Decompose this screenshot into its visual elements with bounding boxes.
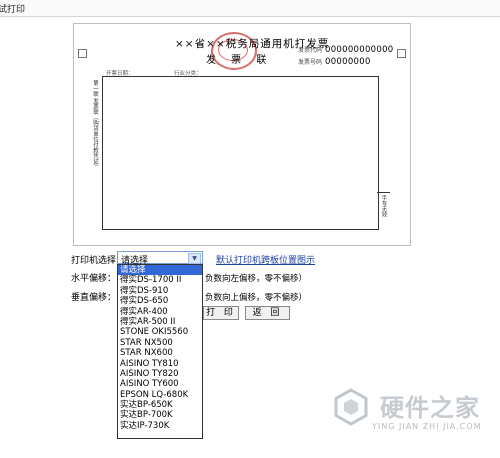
printer-option[interactable]: 得实DS-910	[118, 286, 202, 296]
printer-select[interactable]: 请选择 ▼	[117, 251, 203, 266]
invoice-copy-note: 第一联 发票联（购货单位付款凭证）	[92, 80, 98, 170]
v-offset-hint: 负数向上偏移，零不偏移）	[205, 293, 308, 303]
print-button[interactable]: 打 印	[203, 306, 239, 320]
watermark-subtext: YING JIAN ZHI JIA.COM	[372, 422, 482, 431]
invoice-number-value: 00000000	[325, 57, 371, 67]
watermark: 硬件之家 YING JIAN ZHI JIA.COM	[332, 380, 500, 458]
crop-mark-right	[397, 49, 406, 58]
invoice-code-label: 发票代码	[298, 47, 323, 54]
invoice-preview: ××省××税务局通用机打发票 发 票 联 发票代码 000000000000 发票…	[73, 23, 411, 246]
printer-option[interactable]: 得实DS-650	[118, 296, 202, 306]
printer-option[interactable]: AISINO TY810	[118, 359, 202, 369]
invoice-number-label: 发票号码	[298, 59, 323, 66]
page-header: 试打印	[0, 0, 500, 17]
default-printer-diagram-link[interactable]: 默认打印机跨板位置图示	[216, 253, 315, 266]
v-offset-label: 垂直偏移：	[71, 293, 117, 303]
printer-option[interactable]: 得实AR-400	[118, 307, 202, 317]
printer-option[interactable]: 实达IP-730K	[118, 421, 202, 431]
printer-option[interactable]: EPSON LQ-680K	[118, 390, 202, 400]
printer-option[interactable]: AISINO TY820	[118, 369, 202, 379]
invoice-code: 发票代码 000000000000	[298, 45, 394, 55]
handwritten-invalid-note: 手写无效	[380, 195, 387, 217]
printer-option[interactable]: STONE OKI5560	[118, 327, 202, 337]
printer-option[interactable]: 请选择	[118, 265, 202, 276]
invoice-code-value: 000000000000	[325, 45, 394, 55]
printer-dropdown-list[interactable]: 请选择 得实DS-1700 II 得实DS-910 得实DS-650 得实AR-400 得…	[117, 264, 203, 439]
printer-option[interactable]: STAR NX500	[118, 338, 202, 348]
invoice-body	[102, 76, 379, 230]
printer-option[interactable]: 得实DS-1700 II	[118, 275, 202, 285]
crop-mark-left	[78, 49, 87, 58]
page-title: 试打印	[0, 5, 26, 15]
printer-option[interactable]: AISINO TY600	[118, 379, 202, 389]
hexagon-logo-icon	[334, 388, 368, 426]
printer-option[interactable]: 实达BP-700K	[118, 410, 202, 420]
back-button[interactable]: 返 回	[245, 306, 290, 320]
chevron-down-icon[interactable]: ▼	[188, 253, 201, 264]
watermark-text: 硬件之家	[380, 394, 480, 422]
h-offset-label: 水平偏移：	[71, 274, 117, 284]
h-offset-hint: 负数向左偏移，零不偏移）	[205, 274, 308, 284]
invoice-side-bottom: 手写无效	[377, 192, 390, 229]
invoice-number: 发票号码 00000000	[298, 57, 371, 67]
invoice-subtitle: 发 票 联	[206, 55, 273, 66]
printer-option[interactable]: 实达BP-650K	[118, 400, 202, 410]
printer-option[interactable]: 得实AR-500 II	[118, 317, 202, 327]
printer-option[interactable]: STAR NX600	[118, 348, 202, 358]
